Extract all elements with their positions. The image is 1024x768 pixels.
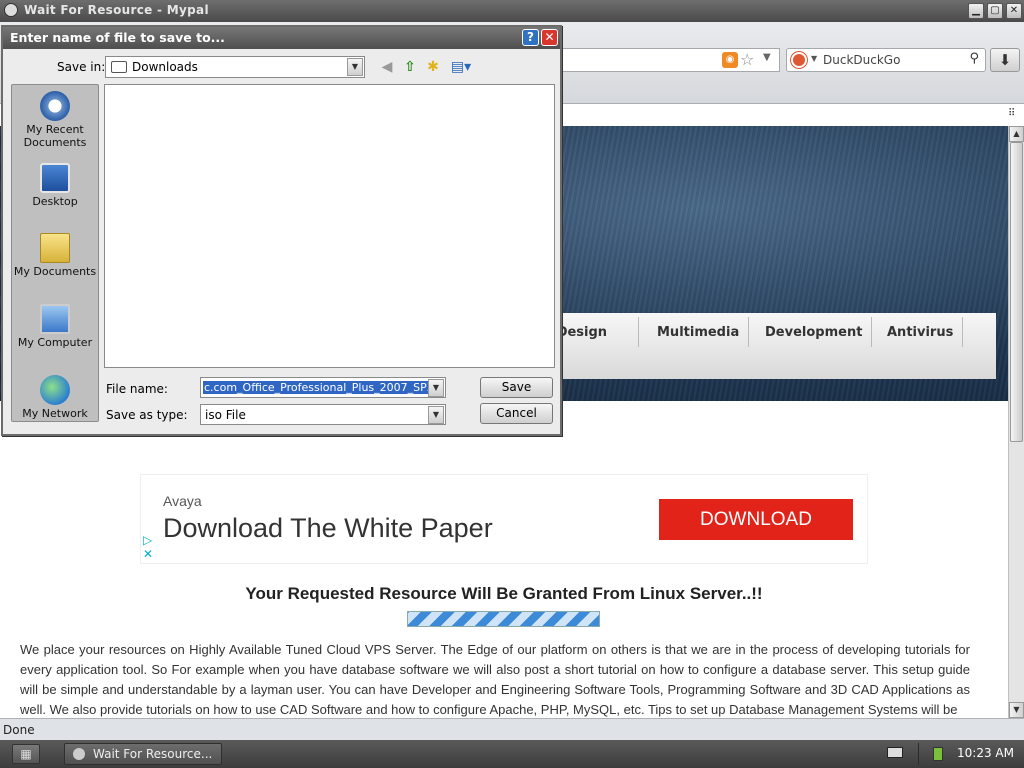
chevron-down-icon[interactable]: ▼ [428,379,444,397]
site-menu: ic Design Multimedia Development Antivir… [540,313,996,379]
view-menu-icon[interactable]: ▤▾ [449,58,473,76]
duckduckgo-icon[interactable] [791,52,807,68]
search-engine-dropdown-icon[interactable]: ▼ [811,54,817,63]
bookmark-star-icon[interactable]: ☆ [740,50,754,69]
menu-separator [638,317,639,347]
scroll-thumb[interactable] [1010,142,1023,442]
adchoices-icon[interactable]: ▷ ✕ [143,533,153,561]
history-dropdown-icon[interactable]: ▼ [763,52,771,63]
taskbar-window-item[interactable]: Wait For Resource... [64,743,222,765]
place-label: My Documents [13,265,97,278]
recent-documents-icon [40,91,70,121]
status-text: Done [3,723,35,737]
chevron-down-icon[interactable]: ▼ [428,406,444,424]
ad-download-button[interactable]: DOWNLOAD [659,499,853,540]
place-my-recent-documents[interactable]: My Recent Documents [12,91,98,149]
window-title: Wait For Resource - Mypal [24,3,209,17]
file-list-view[interactable] [104,84,555,368]
mypal-app-icon [73,748,85,760]
menu-antivirus[interactable]: Antivirus [887,325,953,340]
ad-headline[interactable]: Download The White Paper [163,513,493,544]
taskbar: ▦ Wait For Resource... [0,740,1024,768]
my-network-icon [40,375,70,405]
save-in-label: Save in: [57,60,106,74]
save-as-type-select[interactable]: iso File ▼ [200,404,446,425]
downloads-button[interactable]: ⬇ [990,48,1020,72]
save-as-type-value: iso File [205,408,246,422]
menu-separator [962,317,963,347]
place-label: My Recent Documents [23,123,87,149]
file-name-value[interactable]: c.com_Office_Professional_Plus_2007_SP3_… [203,381,429,394]
resource-heading: Your Requested Resource Will Be Granted … [245,584,763,603]
ad-brand: Avaya [163,493,202,509]
status-bar: Done [0,718,1024,740]
scroll-up-arrow-icon[interactable]: ▲ [1009,126,1024,142]
search-icon[interactable]: ⚲ [969,51,979,66]
up-folder-icon[interactable]: ⇧ [401,58,419,76]
file-name-label: File name: [106,382,168,396]
minimize-button[interactable]: ▁ [968,3,984,19]
my-documents-icon [40,233,70,263]
resource-description: We place your resources on Highly Availa… [20,642,970,717]
place-label: My Computer [17,336,93,349]
start-menu-button[interactable]: ▦ [12,744,40,764]
search-placeholder: DuckDuckGo [823,53,901,67]
close-icon[interactable]: ✕ [541,29,558,46]
dialog-titlebar: Enter name of file to save to... ? ✕ [3,27,560,49]
desktop-icon [40,163,70,193]
menu-separator [748,317,749,347]
save-file-dialog: Enter name of file to save to... ? ✕ Sav… [1,25,562,436]
maximize-button[interactable]: ▢ [987,3,1003,19]
place-my-network[interactable]: My Network [12,375,98,420]
place-label: My Network [22,407,88,420]
place-my-computer[interactable]: My Computer [12,304,98,349]
place-desktop[interactable]: Desktop [12,163,98,208]
new-folder-icon[interactable]: ✱ [424,58,442,76]
my-computer-icon [40,304,70,334]
clock[interactable]: 10:23 AM [957,746,1014,760]
back-icon[interactable]: ◀ [378,58,396,76]
place-my-documents[interactable]: My Documents [12,233,98,278]
save-in-combobox[interactable]: Downloads ▼ [105,56,365,78]
chevron-down-icon[interactable]: ▼ [347,58,363,76]
rss-feed-icon[interactable]: ◉ [722,52,738,68]
mypal-app-icon [4,3,18,17]
system-tray: 10:23 AM [918,743,1022,765]
page-scrollbar[interactable]: ▲ ▼ [1008,126,1024,718]
taskbar-window-label: Wait For Resource... [93,747,213,761]
place-label: Desktop [32,195,78,208]
menu-multimedia[interactable]: Multimedia [657,325,739,340]
tab-list-icon[interactable]: ⠿ [1008,108,1015,119]
menu-separator [871,317,872,347]
save-in-value: Downloads [132,60,198,74]
advertisement[interactable]: Avaya Download The White Paper DOWNLOAD … [140,474,868,564]
help-icon[interactable]: ? [522,29,539,46]
menu-development[interactable]: Development [765,325,862,340]
network-status-icon[interactable] [933,747,943,761]
places-bar: My Recent Documents Desktop My Documents… [11,84,99,422]
cancel-button[interactable]: Cancel [480,403,553,424]
file-name-input[interactable]: c.com_Office_Professional_Plus_2007_SP3_… [200,377,446,398]
save-button[interactable]: Save [480,377,553,398]
browser-titlebar: Wait For Resource - Mypal ▁ ▢ ✕ [0,0,1024,22]
dialog-title: Enter name of file to save to... [10,30,225,45]
folder-icon [111,61,127,73]
loading-progress-bar [407,611,600,627]
save-as-type-label: Save as type: [106,408,188,422]
keyboard-layout-icon[interactable] [887,747,903,758]
scroll-down-arrow-icon[interactable]: ▼ [1009,702,1024,718]
close-window-button[interactable]: ✕ [1006,3,1022,19]
search-box[interactable]: ▼ DuckDuckGo ⚲ [786,48,986,72]
